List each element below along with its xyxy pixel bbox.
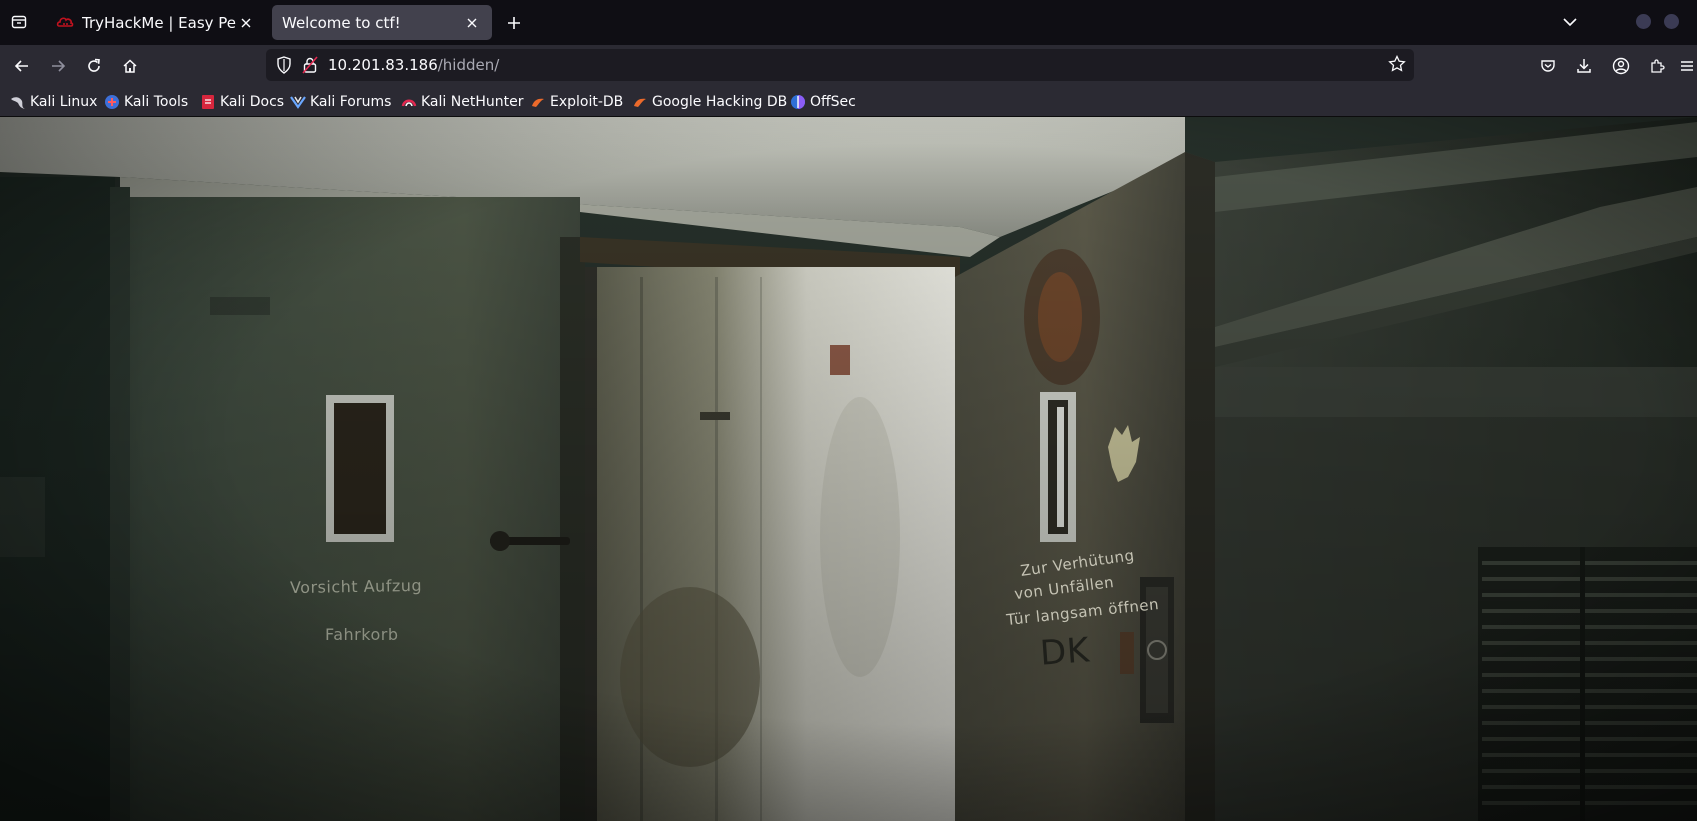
sign-dk: DK xyxy=(1038,630,1091,674)
page-content: Vorsicht Aufzug Fahrkorb Zur Verhütung v… xyxy=(0,117,1697,821)
bookmark-label: Kali Tools xyxy=(124,93,189,110)
bookmark-offsec[interactable]: OffSec xyxy=(790,91,856,112)
close-tab-icon[interactable] xyxy=(236,13,256,33)
bookmark-label: Kali NetHunter xyxy=(421,93,524,110)
tab-title: TryHackMe | Easy Peasy xyxy=(82,13,236,32)
forward-button[interactable] xyxy=(44,52,72,80)
url-path: /hidden/ xyxy=(437,56,500,74)
ghdb-icon xyxy=(632,94,648,110)
bookmark-label: Exploit-DB xyxy=(550,93,624,110)
arrow-right-icon xyxy=(52,60,66,72)
kali-dragon-icon xyxy=(10,94,26,110)
menu-button[interactable] xyxy=(1677,52,1697,80)
chevron-down-icon xyxy=(1563,18,1577,27)
account-icon xyxy=(1612,57,1630,75)
window-maximize-button[interactable] xyxy=(1664,14,1679,29)
tab-welcome-ctf[interactable]: Welcome to ctf! xyxy=(272,5,492,40)
tab-strip: TryHackMe | Easy Peasy Welcome to ctf! xyxy=(0,0,1697,45)
new-tab-button[interactable] xyxy=(502,11,526,35)
abandoned-elevator-image xyxy=(0,117,1697,821)
tryhackme-icon xyxy=(56,14,74,32)
close-tab-icon[interactable] xyxy=(462,13,482,33)
sign-vorsicht-aufzug: Vorsicht Aufzug xyxy=(289,575,423,598)
url-host: 10.201.83.186 xyxy=(328,56,438,74)
bookmark-kali-linux[interactable]: Kali Linux xyxy=(10,91,97,112)
navigation-toolbar: 10.201.83.186/hidden/ xyxy=(0,45,1697,86)
arrow-left-icon xyxy=(14,60,28,72)
list-all-tabs-button[interactable] xyxy=(1558,10,1582,34)
account-button[interactable] xyxy=(1607,52,1635,80)
bookmark-kali-docs[interactable]: Kali Docs xyxy=(200,91,284,112)
puzzle-icon xyxy=(1651,59,1665,73)
url-text[interactable]: 10.201.83.186/hidden/ xyxy=(328,56,499,74)
bookmark-label: Kali Forums xyxy=(310,93,392,110)
downloads-button[interactable] xyxy=(1570,52,1598,80)
back-button[interactable] xyxy=(8,52,36,80)
bookmark-label: Google Hacking DB xyxy=(652,93,788,110)
firefox-view-icon xyxy=(11,15,27,29)
pocket-button[interactable] xyxy=(1534,52,1562,80)
home-icon xyxy=(123,59,137,73)
plus-icon xyxy=(508,17,520,29)
bookmark-kali-nethunter[interactable]: Kali NetHunter xyxy=(401,91,523,112)
kali-docs-icon xyxy=(200,94,216,110)
bookmark-google-hacking-db[interactable]: Google Hacking DB xyxy=(632,91,787,112)
bookmark-kali-tools[interactable]: Kali Tools xyxy=(104,91,188,112)
extensions-button[interactable] xyxy=(1643,52,1671,80)
reload-icon xyxy=(88,58,100,72)
window-minimize-button[interactable] xyxy=(1636,14,1651,29)
firefox-view-button[interactable] xyxy=(6,9,32,35)
bookmark-label: Kali Docs xyxy=(220,93,285,110)
bookmark-exploit-db[interactable]: Exploit-DB xyxy=(530,91,623,112)
pocket-icon xyxy=(1541,60,1555,72)
bookmark-label: OffSec xyxy=(810,93,856,110)
kali-forums-icon xyxy=(290,94,306,110)
bookmark-star-icon[interactable] xyxy=(1388,54,1406,77)
insecure-lock-icon[interactable] xyxy=(302,56,318,78)
tab-title: Welcome to ctf! xyxy=(282,13,401,32)
nethunter-icon xyxy=(401,94,417,110)
home-button[interactable] xyxy=(116,52,144,80)
bookmark-kali-forums[interactable]: Kali Forums xyxy=(290,91,391,112)
bookmarks-toolbar: Kali Linux Kali Tools Kali Docs Kali For… xyxy=(0,86,1697,117)
download-icon xyxy=(1577,59,1591,73)
sign-fahrkorb: Fahrkorb xyxy=(325,625,399,644)
tracking-protection-shield-icon[interactable] xyxy=(276,56,292,78)
tab-tryhackme[interactable]: TryHackMe | Easy Peasy xyxy=(46,5,266,40)
bookmark-label: Kali Linux xyxy=(30,93,98,110)
kali-tools-icon xyxy=(104,94,120,110)
offsec-icon xyxy=(790,94,806,110)
hamburger-menu-icon xyxy=(1681,61,1693,71)
reload-button[interactable] xyxy=(80,52,108,80)
address-bar[interactable]: 10.201.83.186/hidden/ xyxy=(266,49,1414,81)
exploit-db-icon xyxy=(530,94,546,110)
